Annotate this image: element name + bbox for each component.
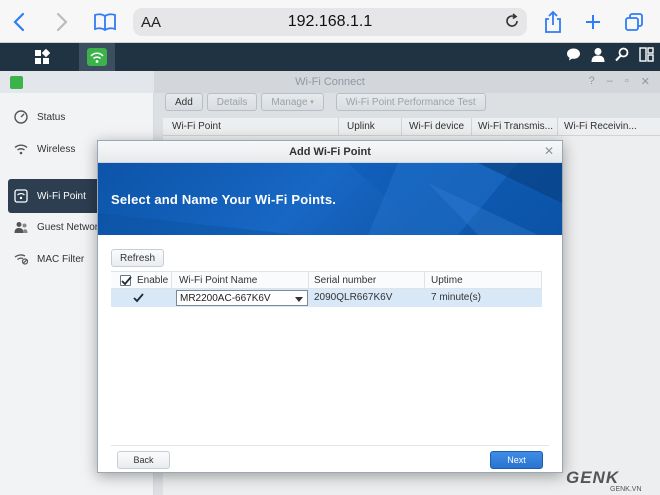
sidebar-item-label: Wi-Fi Point xyxy=(37,190,86,202)
close-icon[interactable]: ✕ xyxy=(544,144,554,158)
widgets-icon[interactable] xyxy=(639,47,654,67)
wifi-point-name-value: MR2200AC-667K6V xyxy=(180,293,271,304)
dsm-taskbar xyxy=(0,43,660,71)
address-bar[interactable]: AA 192.168.1.1 xyxy=(133,8,527,36)
next-button[interactable]: Next xyxy=(490,451,543,469)
watermark: GENK GENK.VN xyxy=(566,468,660,495)
list-header: Enable Wi-Fi Point Name Serial number Up… xyxy=(111,271,542,289)
browser-toolbar: AA 192.168.1.1 xyxy=(0,0,660,43)
dialog-title: Add Wi-Fi Point xyxy=(289,146,371,158)
user-icon[interactable] xyxy=(591,47,605,67)
wifi-point-icon xyxy=(14,189,28,203)
enable-checkbox[interactable] xyxy=(132,292,144,303)
main-menu-icon[interactable] xyxy=(24,43,60,71)
url-text: 192.168.1.1 xyxy=(287,13,373,30)
column-header-serial[interactable]: Serial number xyxy=(314,275,376,286)
serial-number-cell: 2090QLR667K6V xyxy=(314,292,393,303)
guest-icon xyxy=(14,220,28,234)
sidebar-item-label: Status xyxy=(37,111,66,123)
sidebar-item-label: Guest Networ xyxy=(37,221,99,233)
back-arrow-icon[interactable] xyxy=(9,8,29,36)
bookmarks-icon[interactable] xyxy=(92,8,118,36)
dialog-banner: Select and Name Your Wi-Fi Points. xyxy=(98,163,562,235)
add-wifi-point-dialog: Add Wi-Fi Point ✕ Select and Name Your W… xyxy=(97,140,563,473)
mac-filter-icon xyxy=(14,252,28,266)
back-button[interactable]: Back xyxy=(117,451,170,469)
new-tab-icon[interactable] xyxy=(582,8,604,36)
watermark-logo: GENK xyxy=(566,468,620,487)
dialog-title-bar: Add Wi-Fi Point ✕ xyxy=(98,141,562,163)
chevron-down-icon xyxy=(295,297,303,302)
footer-divider xyxy=(111,445,549,446)
status-icon xyxy=(14,110,28,124)
wifi-icon xyxy=(14,142,28,156)
reload-icon[interactable] xyxy=(503,12,521,30)
sidebar-item-label: MAC Filter xyxy=(37,253,85,265)
search-icon[interactable] xyxy=(615,47,629,67)
refresh-button[interactable]: Refresh xyxy=(111,249,165,267)
sidebar-item-label: Wireless xyxy=(37,143,76,155)
column-header-enable[interactable]: Enable xyxy=(137,275,168,286)
notification-icon[interactable] xyxy=(566,47,581,67)
column-header-name[interactable]: Wi-Fi Point Name xyxy=(179,275,257,286)
wifi-point-name-dropdown[interactable]: MR2200AC-667K6V xyxy=(176,290,308,306)
check-icon xyxy=(133,293,144,303)
table-row[interactable]: MR2200AC-667K6V 2090QLR667K6V 7 minute(s… xyxy=(111,289,542,307)
check-icon xyxy=(121,276,132,286)
select-all-checkbox[interactable] xyxy=(120,275,132,286)
watermark-url: GENK.VN xyxy=(610,486,642,493)
sidebar-item-status[interactable]: Status xyxy=(8,101,146,133)
banner-heading: Select and Name Your Wi-Fi Points. xyxy=(111,192,337,207)
wifi-connect-taskbar-icon[interactable] xyxy=(79,43,115,71)
column-header-uptime[interactable]: Uptime xyxy=(431,275,463,286)
uptime-cell: 7 minute(s) xyxy=(431,292,482,303)
share-icon[interactable] xyxy=(542,8,564,36)
forward-arrow-icon[interactable] xyxy=(52,8,72,36)
tabs-overview-icon[interactable] xyxy=(622,8,646,36)
